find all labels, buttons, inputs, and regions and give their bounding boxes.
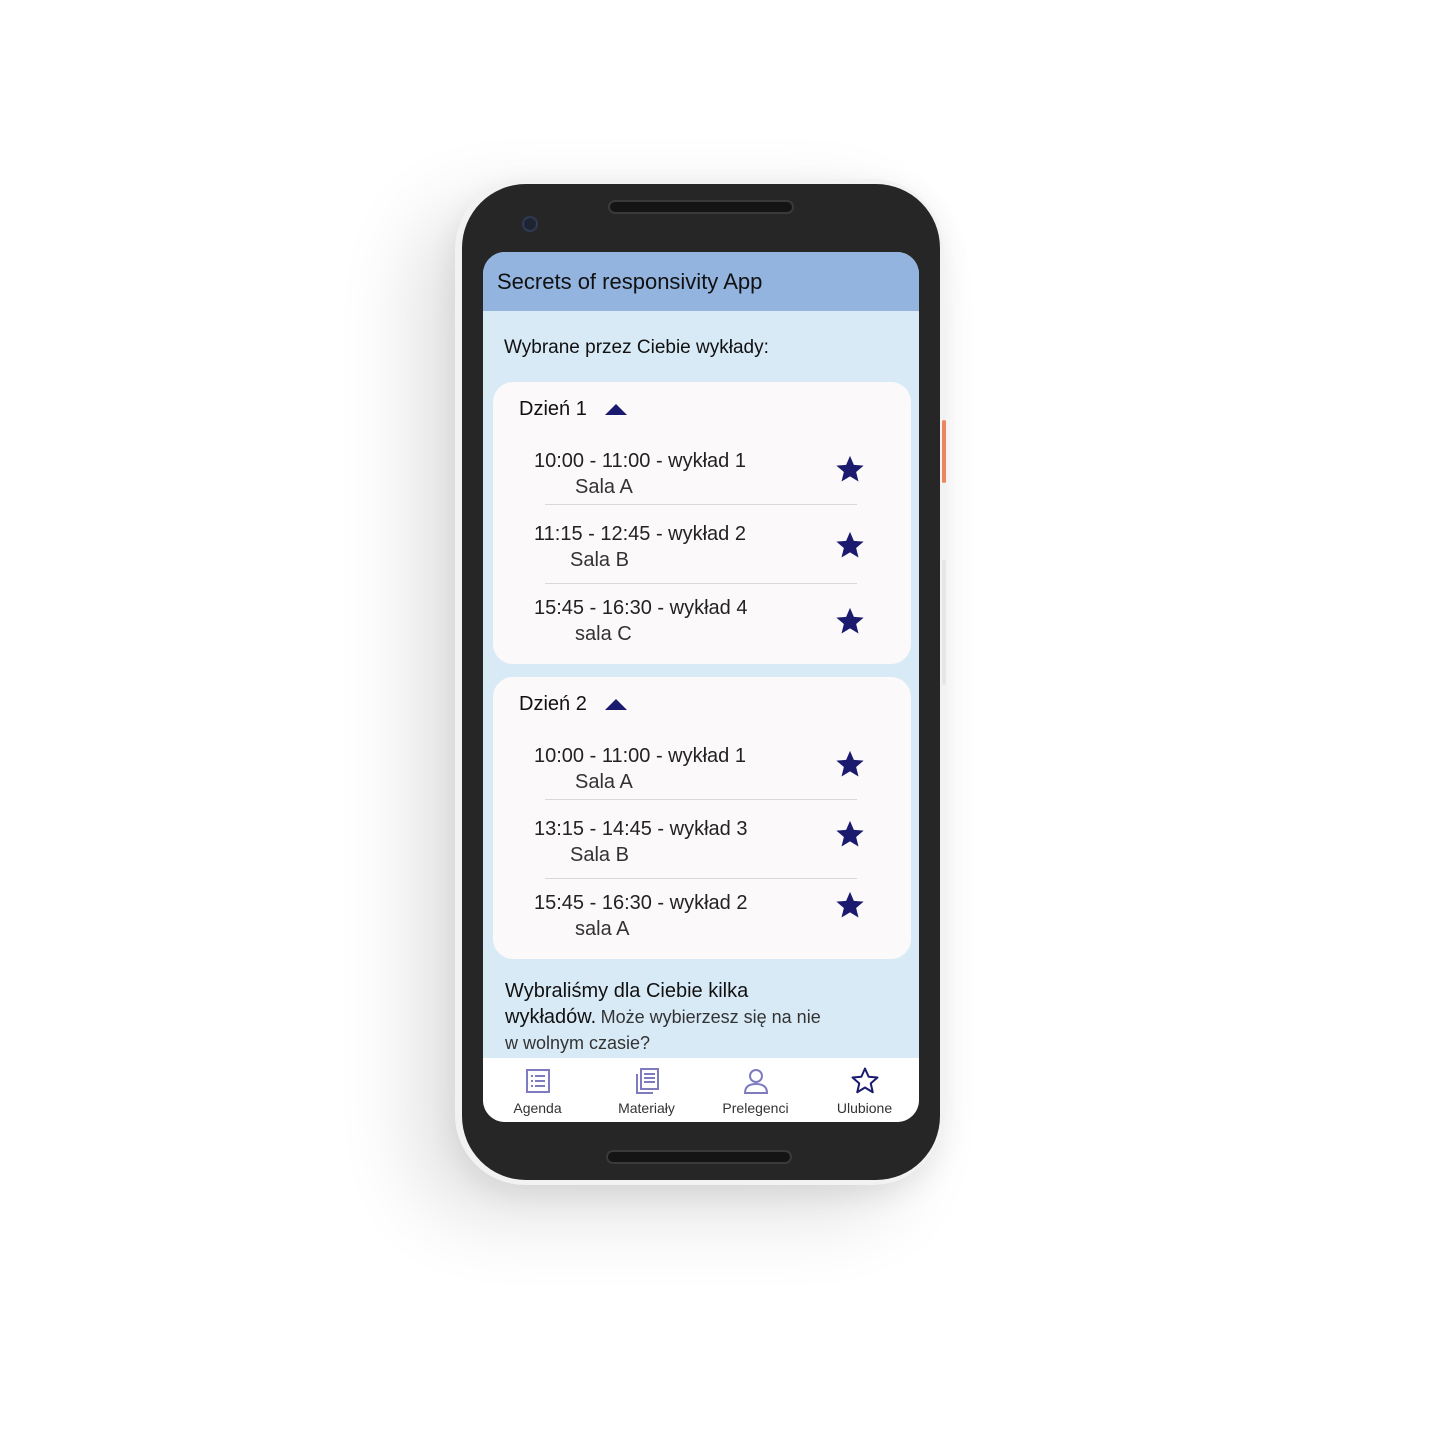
lecture-item[interactable]: 15:45 - 16:30 - wykład 4 sala C bbox=[534, 597, 874, 657]
documents-icon bbox=[635, 1068, 659, 1094]
star-outline-icon bbox=[851, 1067, 878, 1094]
lecture-room: Sala A bbox=[575, 771, 633, 793]
divider bbox=[545, 799, 857, 800]
app-bar: Secrets of responsivity App bbox=[483, 252, 919, 311]
star-filled-icon[interactable] bbox=[835, 819, 865, 849]
day-header-1[interactable]: Dzień 1 bbox=[519, 398, 627, 421]
lecture-title: 10:00 - 11:00 - wykład 1 bbox=[534, 450, 746, 472]
lecture-item[interactable]: 10:00 - 11:00 - wykład 1 Sala A bbox=[534, 450, 874, 510]
day-card-2: Dzień 2 10:00 - 11:00 - wykład 1 Sala A … bbox=[493, 677, 911, 959]
lecture-title: 15:45 - 16:30 - wykład 4 bbox=[534, 597, 748, 619]
star-filled-icon[interactable] bbox=[835, 749, 865, 779]
nav-label: Ulubione bbox=[836, 1100, 893, 1116]
lecture-item[interactable]: 11:15 - 12:45 - wykład 2 Sala B bbox=[534, 523, 874, 583]
app-title: Secrets of responsivity App bbox=[497, 268, 763, 294]
screen: Secrets of responsivity App Wybrane prze… bbox=[483, 252, 919, 1122]
lecture-title: 15:45 - 16:30 - wykład 2 bbox=[534, 892, 748, 914]
list-icon bbox=[525, 1069, 550, 1093]
star-filled-icon[interactable] bbox=[835, 454, 865, 484]
lecture-room: sala C bbox=[575, 623, 632, 645]
lecture-room: sala A bbox=[575, 918, 630, 940]
lecture-title: 11:15 - 12:45 - wykład 2 bbox=[534, 523, 746, 545]
speaker-bottom bbox=[606, 1150, 792, 1164]
nav-label: Materiały bbox=[618, 1100, 675, 1116]
lecture-room: Sala B bbox=[570, 549, 629, 571]
speaker-top bbox=[608, 200, 794, 214]
nav-label: Agenda bbox=[513, 1100, 562, 1116]
lecture-item[interactable]: 10:00 - 11:00 - wykład 1 Sala A bbox=[534, 745, 874, 805]
lecture-room: Sala A bbox=[575, 476, 633, 498]
lecture-title: 10:00 - 11:00 - wykład 1 bbox=[534, 745, 746, 767]
lecture-item[interactable]: 15:45 - 16:30 - wykład 2 sala A bbox=[534, 892, 874, 952]
divider bbox=[545, 504, 857, 505]
nav-item-materialy[interactable]: Materiały bbox=[592, 1058, 701, 1122]
section-heading: Wybrane przez Ciebie wykłady: bbox=[504, 337, 769, 358]
nav-item-prelegenci[interactable]: Prelegenci bbox=[701, 1058, 810, 1122]
day-title: Dzień 2 bbox=[519, 693, 587, 715]
lecture-room: Sala B bbox=[570, 844, 629, 866]
day-header-2[interactable]: Dzień 2 bbox=[519, 693, 627, 716]
star-filled-icon[interactable] bbox=[835, 530, 865, 560]
suggestion-text: Wybraliśmy dla Ciebie kilka wykładów. Mo… bbox=[505, 979, 835, 1057]
divider bbox=[545, 583, 857, 584]
lecture-item[interactable]: 13:15 - 14:45 - wykład 3 Sala B bbox=[534, 818, 874, 878]
star-filled-icon[interactable] bbox=[835, 606, 865, 636]
collapse-arrow-icon[interactable] bbox=[604, 404, 627, 415]
power-button[interactable] bbox=[942, 420, 946, 483]
day-title: Dzień 1 bbox=[519, 398, 587, 420]
bottom-nav: Agenda Materiały Prelegenci Ulubione bbox=[483, 1058, 919, 1122]
collapse-arrow-icon[interactable] bbox=[604, 699, 627, 710]
nav-item-ulubione[interactable]: Ulubione bbox=[810, 1058, 919, 1122]
lecture-title: 13:15 - 14:45 - wykład 3 bbox=[534, 818, 748, 840]
nav-label: Prelegenci bbox=[722, 1100, 789, 1116]
nav-item-agenda[interactable]: Agenda bbox=[483, 1058, 592, 1122]
camera-icon bbox=[522, 216, 538, 232]
person-icon bbox=[743, 1069, 768, 1094]
volume-button[interactable] bbox=[942, 560, 946, 685]
day-card-1: Dzień 1 10:00 - 11:00 - wykład 1 Sala A … bbox=[493, 382, 911, 664]
divider bbox=[545, 878, 857, 879]
star-filled-icon[interactable] bbox=[835, 890, 865, 920]
